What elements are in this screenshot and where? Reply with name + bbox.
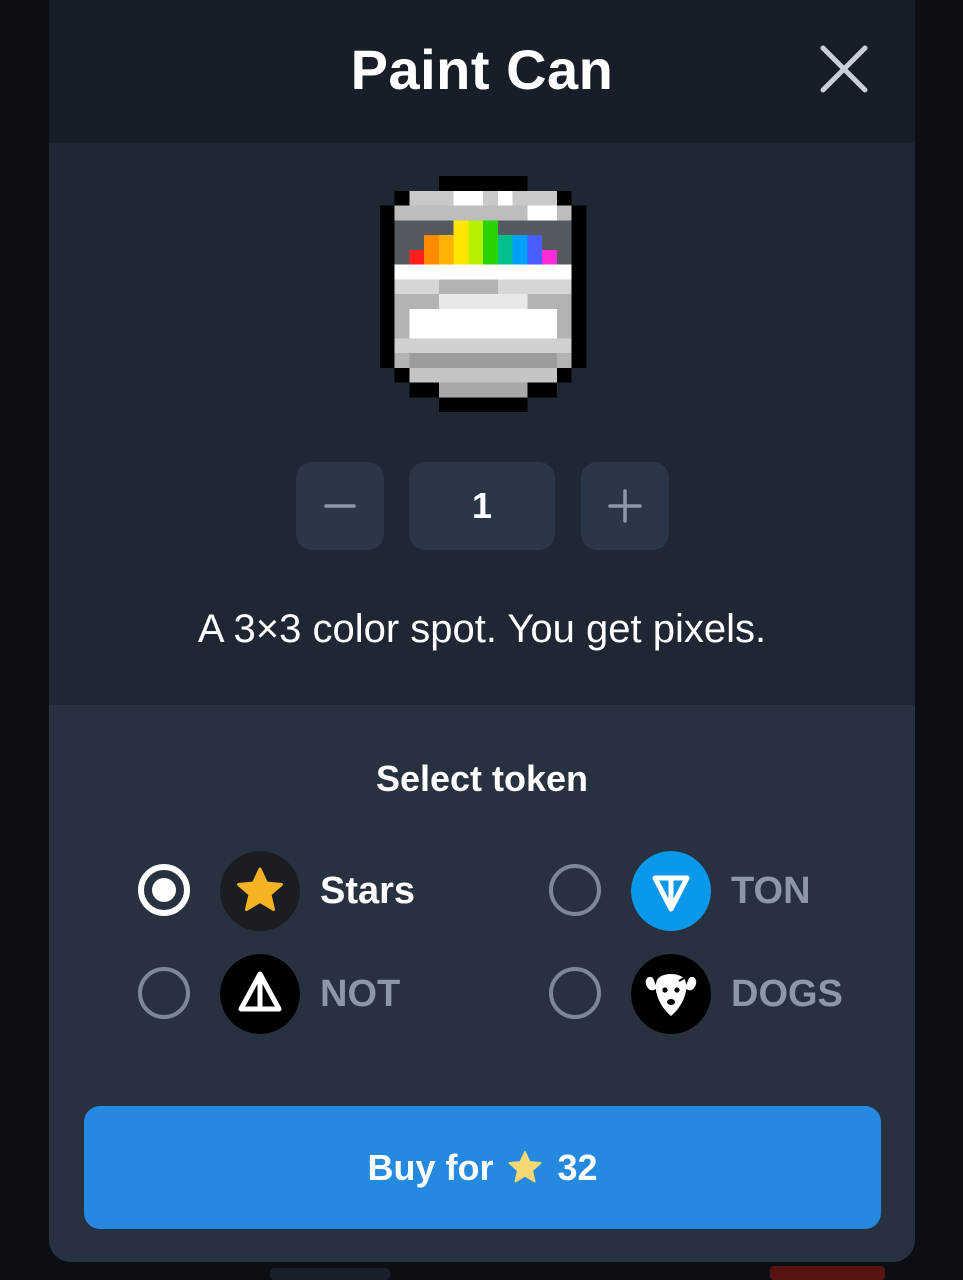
- background-content: [270, 1268, 390, 1280]
- radio-dot: [152, 878, 176, 902]
- decrease-quantity-button[interactable]: [296, 462, 384, 550]
- modal-title: Paint Can: [350, 38, 614, 101]
- radio-button[interactable]: [549, 864, 601, 916]
- dogs-icon: [631, 954, 711, 1034]
- buy-button-label: Buy for: [367, 1146, 494, 1188]
- background-content: [770, 1266, 885, 1280]
- token-label: Stars: [320, 870, 416, 912]
- token-option-ton[interactable]: TON: [549, 851, 915, 932]
- token-option-stars[interactable]: Stars: [138, 851, 518, 932]
- token-option-dogs[interactable]: DOGS: [549, 954, 915, 1035]
- token-label: TON: [731, 870, 811, 912]
- token-label: DOGS: [731, 973, 843, 1015]
- increase-quantity-button[interactable]: [581, 462, 669, 550]
- star-icon: [508, 1150, 542, 1182]
- purchase-modal: Paint Can 1 A 3×3 color spot. You get pi…: [49, 0, 915, 1262]
- token-option-not[interactable]: NOT: [138, 954, 518, 1035]
- item-description: A 3×3 color spot. You get pixels.: [197, 607, 767, 651]
- radio-button[interactable]: [138, 864, 190, 916]
- quantity-value[interactable]: 1: [409, 462, 555, 550]
- plus-icon: [608, 489, 642, 523]
- token-label: NOT: [320, 973, 401, 1015]
- modal-header: Paint Can: [49, 0, 915, 143]
- radio-button[interactable]: [549, 967, 601, 1019]
- token-selector-heading: Select token: [375, 758, 589, 799]
- star-icon: [220, 851, 300, 931]
- ton-icon: [631, 851, 711, 931]
- buy-button[interactable]: Buy for 32: [84, 1106, 881, 1229]
- close-icon[interactable]: [815, 40, 873, 98]
- paint-can-icon: [379, 176, 587, 412]
- minus-icon: [324, 504, 356, 508]
- not-icon: [220, 954, 300, 1034]
- radio-button[interactable]: [138, 967, 190, 1019]
- buy-button-amount: 32: [557, 1146, 598, 1188]
- buy-button-content: Buy for 32: [84, 1106, 881, 1229]
